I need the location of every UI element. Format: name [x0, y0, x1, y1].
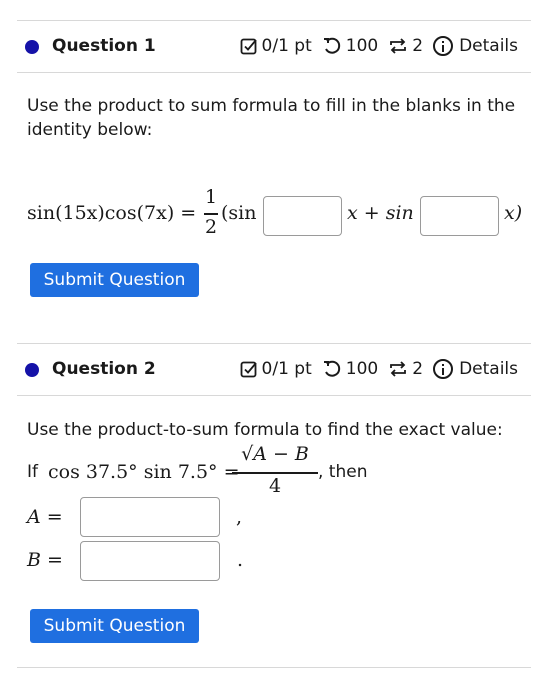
status-dot-icon	[25, 40, 39, 54]
divider	[17, 20, 531, 21]
math-term: (sin	[221, 202, 257, 224]
submit-question-button[interactable]: Submit Question	[30, 263, 199, 297]
question-meta: 0/1 pt 100 2 Details	[230, 359, 518, 379]
question-prompt: Use the product-to-sum formula to find t…	[27, 420, 503, 440]
info-icon	[433, 36, 454, 56]
details-button[interactable]: Details	[433, 36, 518, 56]
fraction-numerator: 1	[204, 186, 218, 208]
math-lhs: sin(15x)cos(7x) =	[27, 202, 197, 224]
repeat-icon	[390, 38, 407, 54]
score: 0/1 pt	[240, 359, 312, 379]
question-1-header: Question 1 0/1 pt 100 2 Details	[17, 22, 531, 72]
question-title: Question 1	[52, 36, 156, 56]
divider	[17, 72, 531, 73]
score: 0/1 pt	[240, 36, 312, 56]
answer-input-1[interactable]	[263, 196, 342, 236]
checkbox-icon	[240, 361, 257, 378]
submit-question-button[interactable]: Submit Question	[30, 609, 199, 643]
repeat-icon	[390, 361, 407, 377]
fraction-bar	[204, 213, 218, 215]
retries: 2	[388, 359, 423, 379]
answer-input-2[interactable]	[420, 196, 499, 236]
status-dot-icon	[25, 363, 39, 377]
label-a: A =	[27, 506, 63, 528]
fraction-denominator: 4	[268, 475, 282, 497]
answer-input-a[interactable]	[80, 497, 220, 537]
attempts: 100	[322, 36, 378, 56]
attempts: 100	[322, 359, 378, 379]
answer-input-b[interactable]	[80, 541, 220, 581]
undo-icon	[323, 37, 340, 54]
divider	[17, 667, 531, 668]
question-meta: 0/1 pt 100 2 Details	[230, 36, 518, 56]
then-label: , then	[318, 462, 368, 482]
question-2-header: Question 2 0/1 pt 100 2 Details	[17, 345, 531, 395]
info-icon	[433, 359, 454, 379]
checkbox-icon	[240, 38, 257, 55]
math-expression: cos 37.5° sin 7.5° =	[48, 461, 240, 483]
question-title: Question 2	[52, 359, 156, 379]
fraction-denominator: 2	[204, 216, 218, 238]
question-prompt: Use the product to sum formula to fill i…	[27, 96, 516, 140]
label-b: B =	[27, 549, 63, 571]
undo-icon	[323, 360, 340, 377]
period: .	[237, 549, 244, 571]
comma: ,	[236, 506, 243, 528]
fraction-bar	[232, 472, 318, 474]
retries: 2	[388, 36, 423, 56]
details-button[interactable]: Details	[433, 359, 518, 379]
divider	[17, 343, 531, 344]
fraction-numerator: √A − B	[241, 443, 309, 465]
math-term: x + sin	[347, 202, 414, 224]
if-label: If	[27, 462, 38, 482]
math-term: x)	[504, 202, 523, 224]
divider	[17, 395, 531, 396]
